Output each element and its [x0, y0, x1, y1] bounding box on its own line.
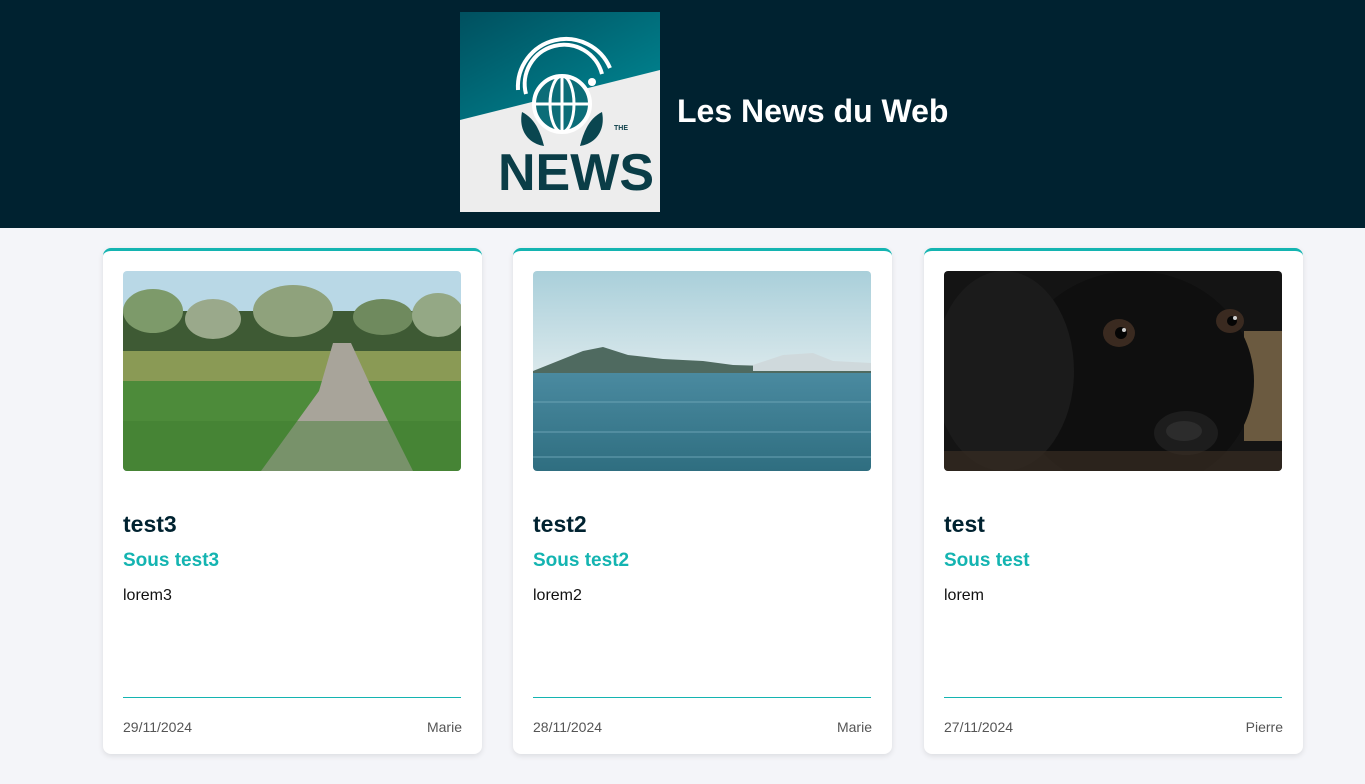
article-subtitle: Sous test2 [533, 550, 630, 571]
black-puppy-photo [944, 271, 1282, 471]
article-author: Marie [836, 719, 872, 735]
article-image[interactable] [944, 271, 1282, 471]
article-date: 29/11/2024 [123, 719, 193, 735]
card-divider [944, 697, 1282, 698]
article-title[interactable]: test2 [533, 511, 587, 537]
site-logo[interactable]: NEWS THE [460, 12, 660, 212]
card-divider [533, 697, 871, 698]
article-image[interactable] [533, 271, 871, 471]
site-title: Les News du Web [677, 93, 949, 129]
svg-text:THE: THE [614, 125, 628, 132]
article-date: 28/11/2024 [533, 719, 603, 735]
article-subtitle: Sous test3 [123, 550, 220, 571]
article-excerpt: lorem2 [533, 587, 582, 604]
article-excerpt: lorem3 [123, 587, 172, 604]
sea-and-island-photo [533, 271, 871, 471]
article-excerpt: lorem [944, 587, 985, 604]
article-card[interactable]: test2 Sous test2 lorem2 28/11/2024 Marie [513, 248, 892, 754]
news-logo-icon: NEWS THE [460, 12, 660, 212]
site-header: NEWS THE Les News du Web [0, 0, 1365, 228]
article-card[interactable]: test3 Sous test3 lorem3 29/11/2024 Marie [103, 248, 482, 754]
card-divider [123, 697, 461, 698]
article-subtitle: Sous test [944, 550, 1030, 571]
article-date: 27/11/2024 [944, 719, 1014, 735]
article-author: Marie [426, 719, 462, 735]
article-image[interactable] [123, 271, 461, 471]
article-title[interactable]: test3 [123, 511, 177, 537]
article-card[interactable]: test Sous test lorem 27/11/2024 Pierre [924, 248, 1303, 754]
path-through-grass-photo [123, 271, 461, 471]
article-author: Pierre [1245, 719, 1283, 735]
svg-text:NEWS: NEWS [498, 144, 654, 202]
article-title[interactable]: test [944, 511, 985, 537]
